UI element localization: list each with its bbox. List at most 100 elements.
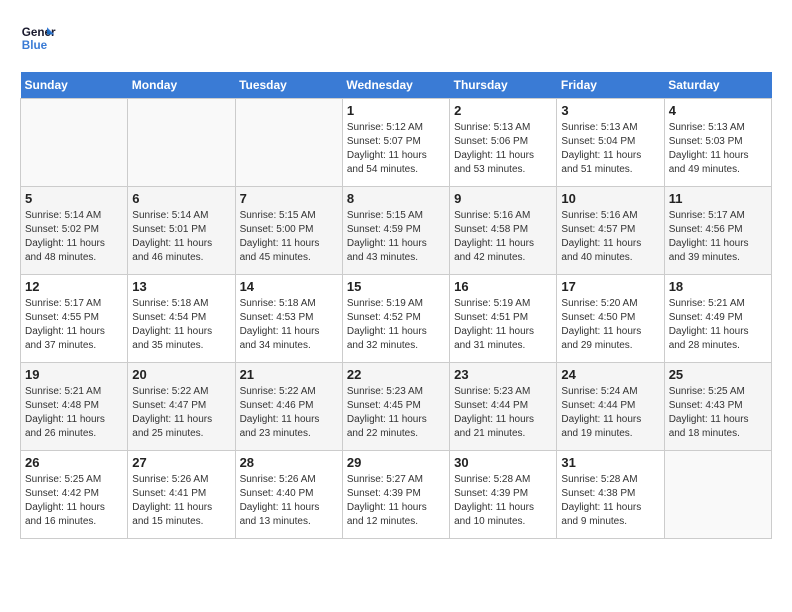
calendar-day-23: 23Sunrise: 5:23 AM Sunset: 4:44 PM Dayli…: [450, 363, 557, 451]
day-number: 21: [240, 367, 338, 382]
day-info: Sunrise: 5:14 AM Sunset: 5:01 PM Dayligh…: [132, 209, 230, 265]
calendar-header-wednesday: Wednesday: [342, 72, 449, 99]
calendar-day-1: 1 Sunrise: 5:12 AM Sunset: 5:07 PM Daylig…: [342, 99, 449, 187]
day-info: Sunrise: 5:16 AM Sunset: 4:57 PM Dayligh…: [561, 209, 659, 265]
calendar-day-13: 13 Sunrise: 5:18 AM Sunset: 4:54 PM Dayli…: [128, 275, 235, 363]
day-number: 19: [25, 367, 123, 382]
day-number: 1: [347, 103, 445, 118]
calendar-day-15: 15 Sunrise: 5:19 AM Sunset: 4:52 PM Dayli…: [342, 275, 449, 363]
day-number: 18: [669, 279, 767, 294]
calendar-day-6: 6 Sunrise: 5:14 AM Sunset: 5:01 PM Daylig…: [128, 187, 235, 275]
calendar-table: SundayMondayTuesdayWednesdayThursdayFrid…: [20, 72, 772, 539]
day-number: 22: [347, 367, 445, 382]
calendar-header-saturday: Saturday: [664, 72, 771, 99]
calendar-header-friday: Friday: [557, 72, 664, 99]
day-number: 15: [347, 279, 445, 294]
calendar-day-27: 27 Sunrise: 5:26 AM Sunset: 4:41 PM Dayli…: [128, 451, 235, 539]
day-number: 23: [454, 367, 552, 382]
day-number: 12: [25, 279, 123, 294]
calendar-day-22: 22 Sunrise: 5:23 AM Sunset: 4:45 PM Dayli…: [342, 363, 449, 451]
day-info: Sunrise: 5:13 AM Sunset: 5:06 PM Dayligh…: [454, 121, 552, 177]
calendar-day-26: 26Sunrise: 5:25 AM Sunset: 4:42 PM Dayli…: [21, 451, 128, 539]
day-info: Sunrise: 5:12 AM Sunset: 5:07 PM Dayligh…: [347, 121, 445, 177]
day-number: 13: [132, 279, 230, 294]
calendar-day-17: 17 Sunrise: 5:20 AM Sunset: 4:50 PM Dayli…: [557, 275, 664, 363]
calendar-empty-cell: [235, 99, 342, 187]
day-number: 28: [240, 455, 338, 470]
day-number: 16: [454, 279, 552, 294]
day-number: 4: [669, 103, 767, 118]
day-number: 9: [454, 191, 552, 206]
calendar-header-thursday: Thursday: [450, 72, 557, 99]
calendar-day-21: 21Sunrise: 5:22 AM Sunset: 4:46 PM Dayli…: [235, 363, 342, 451]
calendar-day-7: 7 Sunrise: 5:15 AM Sunset: 5:00 PM Daylig…: [235, 187, 342, 275]
day-info: Sunrise: 5:21 AM Sunset: 4:49 PM Dayligh…: [669, 297, 767, 353]
calendar-day-3: 3 Sunrise: 5:13 AM Sunset: 5:04 PM Daylig…: [557, 99, 664, 187]
day-info: Sunrise: 5:19 AM Sunset: 4:52 PM Dayligh…: [347, 297, 445, 353]
calendar-day-24: 24 Sunrise: 5:24 AM Sunset: 4:44 PM Dayli…: [557, 363, 664, 451]
day-info: Sunrise: 5:18 AM Sunset: 4:54 PM Dayligh…: [132, 297, 230, 353]
calendar-week-row: 5 Sunrise: 5:14 AM Sunset: 5:02 PM Daylig…: [21, 187, 772, 275]
header: General Blue: [20, 20, 772, 56]
day-info: Sunrise: 5:24 AM Sunset: 4:44 PM Dayligh…: [561, 385, 659, 441]
calendar-day-20: 20 Sunrise: 5:22 AM Sunset: 4:47 PM Dayli…: [128, 363, 235, 451]
day-number: 2: [454, 103, 552, 118]
day-info: Sunrise: 5:25 AM Sunset: 4:43 PM Dayligh…: [669, 385, 767, 441]
logo-icon: General Blue: [20, 20, 56, 56]
calendar-day-10: 10 Sunrise: 5:16 AM Sunset: 4:57 PM Dayli…: [557, 187, 664, 275]
day-info: Sunrise: 5:15 AM Sunset: 4:59 PM Dayligh…: [347, 209, 445, 265]
day-number: 14: [240, 279, 338, 294]
day-info: Sunrise: 5:13 AM Sunset: 5:03 PM Dayligh…: [669, 121, 767, 177]
day-info: Sunrise: 5:23 AM Sunset: 4:45 PM Dayligh…: [347, 385, 445, 441]
calendar-header-monday: Monday: [128, 72, 235, 99]
day-number: 8: [347, 191, 445, 206]
calendar-day-19: 19Sunrise: 5:21 AM Sunset: 4:48 PM Dayli…: [21, 363, 128, 451]
calendar-day-5: 5 Sunrise: 5:14 AM Sunset: 5:02 PM Daylig…: [21, 187, 128, 275]
day-number: 7: [240, 191, 338, 206]
day-number: 27: [132, 455, 230, 470]
calendar-week-row: 12Sunrise: 5:17 AM Sunset: 4:55 PM Dayli…: [21, 275, 772, 363]
day-info: Sunrise: 5:13 AM Sunset: 5:04 PM Dayligh…: [561, 121, 659, 177]
calendar-day-9: 9 Sunrise: 5:16 AM Sunset: 4:58 PM Daylig…: [450, 187, 557, 275]
day-info: Sunrise: 5:20 AM Sunset: 4:50 PM Dayligh…: [561, 297, 659, 353]
calendar-day-12: 12Sunrise: 5:17 AM Sunset: 4:55 PM Dayli…: [21, 275, 128, 363]
calendar-day-8: 8 Sunrise: 5:15 AM Sunset: 4:59 PM Daylig…: [342, 187, 449, 275]
day-number: 5: [25, 191, 123, 206]
day-number: 24: [561, 367, 659, 382]
calendar-empty-cell: [21, 99, 128, 187]
day-info: Sunrise: 5:19 AM Sunset: 4:51 PM Dayligh…: [454, 297, 552, 353]
calendar-header-sunday: Sunday: [21, 72, 128, 99]
calendar-day-14: 14 Sunrise: 5:18 AM Sunset: 4:53 PM Dayli…: [235, 275, 342, 363]
day-info: Sunrise: 5:22 AM Sunset: 4:47 PM Dayligh…: [132, 385, 230, 441]
day-info: Sunrise: 5:16 AM Sunset: 4:58 PM Dayligh…: [454, 209, 552, 265]
calendar-day-30: 30 Sunrise: 5:28 AM Sunset: 4:39 PM Dayli…: [450, 451, 557, 539]
day-info: Sunrise: 5:17 AM Sunset: 4:56 PM Dayligh…: [669, 209, 767, 265]
calendar-day-4: 4 Sunrise: 5:13 AM Sunset: 5:03 PM Daylig…: [664, 99, 771, 187]
day-number: 10: [561, 191, 659, 206]
calendar-day-11: 11Sunrise: 5:17 AM Sunset: 4:56 PM Dayli…: [664, 187, 771, 275]
calendar-week-row: 1 Sunrise: 5:12 AM Sunset: 5:07 PM Daylig…: [21, 99, 772, 187]
calendar-day-25: 25Sunrise: 5:25 AM Sunset: 4:43 PM Dayli…: [664, 363, 771, 451]
day-number: 3: [561, 103, 659, 118]
day-info: Sunrise: 5:28 AM Sunset: 4:38 PM Dayligh…: [561, 473, 659, 529]
day-info: Sunrise: 5:15 AM Sunset: 5:00 PM Dayligh…: [240, 209, 338, 265]
calendar-week-row: 26Sunrise: 5:25 AM Sunset: 4:42 PM Dayli…: [21, 451, 772, 539]
calendar-day-31: 31Sunrise: 5:28 AM Sunset: 4:38 PM Dayli…: [557, 451, 664, 539]
day-number: 20: [132, 367, 230, 382]
calendar-week-row: 19Sunrise: 5:21 AM Sunset: 4:48 PM Dayli…: [21, 363, 772, 451]
logo: General Blue: [20, 20, 60, 56]
day-info: Sunrise: 5:14 AM Sunset: 5:02 PM Dayligh…: [25, 209, 123, 265]
calendar-header-row: SundayMondayTuesdayWednesdayThursdayFrid…: [21, 72, 772, 99]
day-number: 29: [347, 455, 445, 470]
day-number: 17: [561, 279, 659, 294]
day-info: Sunrise: 5:27 AM Sunset: 4:39 PM Dayligh…: [347, 473, 445, 529]
day-info: Sunrise: 5:28 AM Sunset: 4:39 PM Dayligh…: [454, 473, 552, 529]
calendar-day-2: 2 Sunrise: 5:13 AM Sunset: 5:06 PM Daylig…: [450, 99, 557, 187]
day-number: 30: [454, 455, 552, 470]
day-info: Sunrise: 5:18 AM Sunset: 4:53 PM Dayligh…: [240, 297, 338, 353]
day-info: Sunrise: 5:26 AM Sunset: 4:41 PM Dayligh…: [132, 473, 230, 529]
day-number: 6: [132, 191, 230, 206]
calendar-header-tuesday: Tuesday: [235, 72, 342, 99]
calendar-empty-cell: [664, 451, 771, 539]
calendar-day-18: 18 Sunrise: 5:21 AM Sunset: 4:49 PM Dayli…: [664, 275, 771, 363]
